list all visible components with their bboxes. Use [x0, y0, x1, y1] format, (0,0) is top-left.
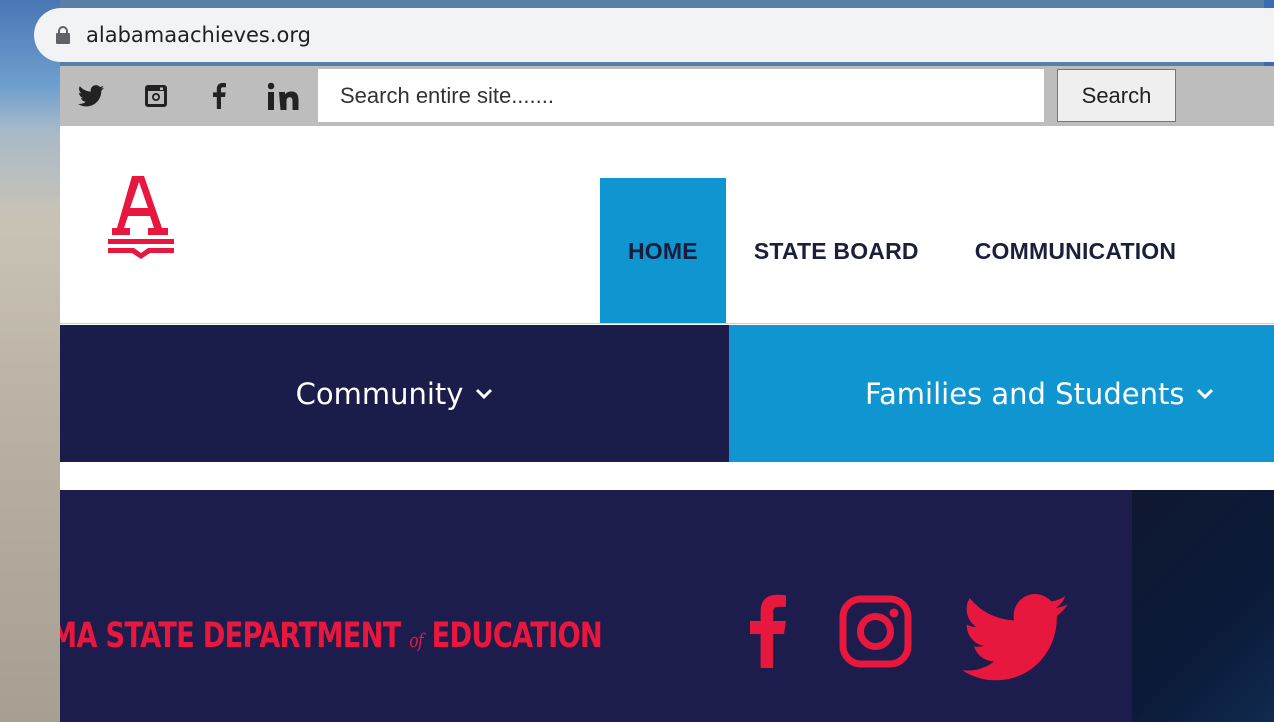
- address-bar[interactable]: alabamaachieves.org: [34, 8, 1274, 62]
- banner-title: MA STATE DEPARTMENT of EDUCATION: [60, 616, 603, 656]
- nav-communication[interactable]: COMMUNICATION: [947, 178, 1204, 324]
- desktop-background: [0, 0, 60, 722]
- url-text[interactable]: alabamaachieves.org: [86, 23, 311, 47]
- families-students-label: Families and Students: [865, 376, 1185, 411]
- nav-state-board[interactable]: STATE BOARD: [726, 178, 947, 324]
- facebook-icon[interactable]: [750, 594, 786, 668]
- utility-bar: Search: [60, 66, 1274, 126]
- instagram-icon[interactable]: [839, 595, 912, 668]
- twitter-icon[interactable]: [961, 594, 1069, 682]
- main-nav: HOME STATE BOARD COMMUNICATION: [600, 178, 1204, 324]
- hero-banner: MA STATE DEPARTMENT of EDUCATION: [60, 490, 1274, 722]
- web-page: Search HOME STATE BOARD COMMUNICATION Co…: [60, 66, 1274, 722]
- nav-home[interactable]: HOME: [600, 178, 726, 324]
- site-search-input[interactable]: [318, 69, 1044, 122]
- chevron-down-icon: [1197, 388, 1214, 399]
- community-dropdown[interactable]: Community: [60, 325, 729, 462]
- header-divider: [60, 323, 1274, 324]
- instagram-icon[interactable]: [144, 66, 168, 126]
- search-button[interactable]: Search: [1057, 69, 1176, 122]
- linkedin-icon[interactable]: [268, 66, 304, 126]
- community-label: Community: [295, 376, 464, 411]
- banner-image-panel: [1132, 490, 1274, 722]
- alabama-achieves-logo[interactable]: [104, 174, 182, 264]
- chevron-down-icon: [476, 388, 493, 399]
- lock-icon: [56, 26, 70, 44]
- twitter-icon[interactable]: [78, 66, 104, 126]
- audience-menu: Community Families and Students: [60, 325, 1274, 462]
- facebook-icon[interactable]: [212, 66, 226, 126]
- families-students-dropdown[interactable]: Families and Students: [729, 325, 1274, 462]
